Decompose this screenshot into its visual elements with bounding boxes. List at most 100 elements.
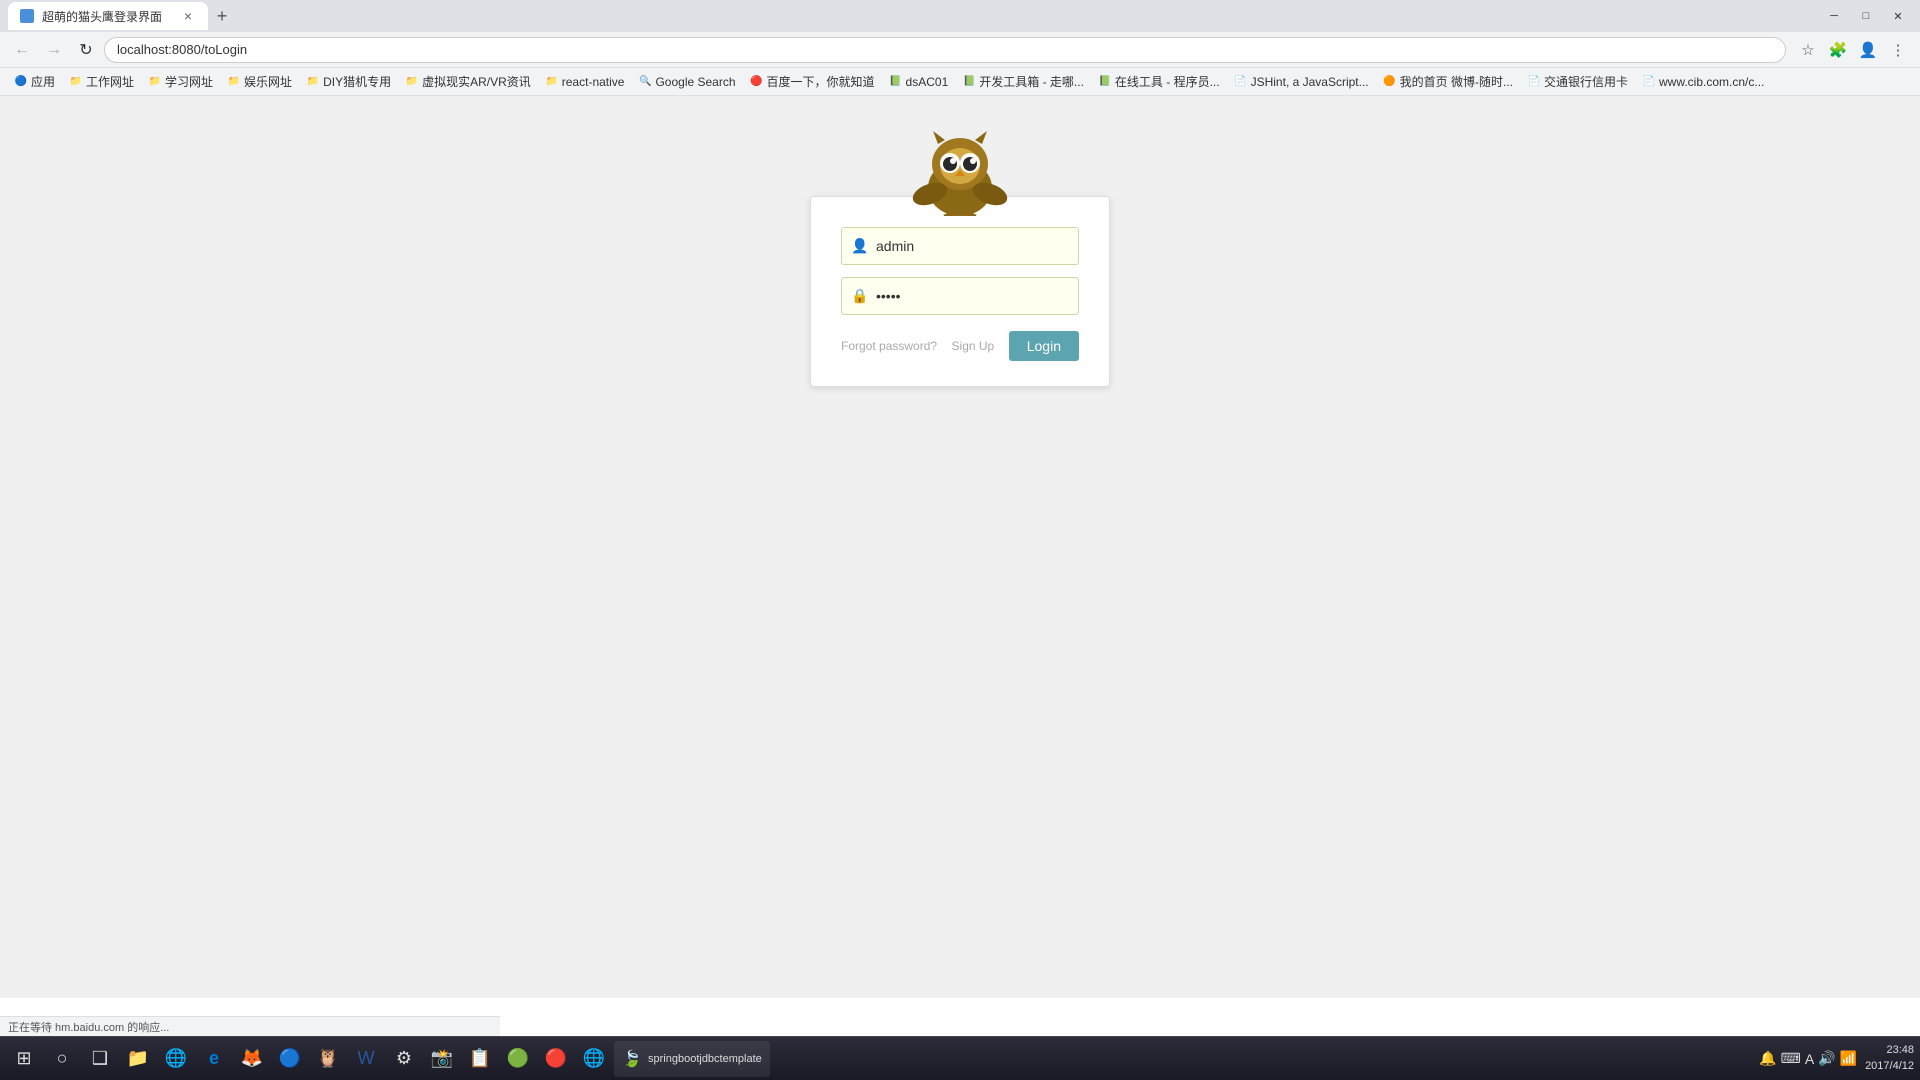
bookmark-icon: 📄 xyxy=(1527,75,1541,89)
bookmark-icon: 📁 xyxy=(69,75,83,89)
keyboard-icon[interactable]: ⌨ xyxy=(1781,1050,1801,1067)
bookmark-item[interactable]: 📄www.cib.com.cn/c... xyxy=(1636,73,1770,91)
bookmark-label: dsAC01 xyxy=(906,75,949,89)
bookmark-star-button[interactable]: ☆ xyxy=(1794,36,1822,64)
password-group: 🔒 xyxy=(841,277,1079,315)
nav-bar: ← → ↻ ☆ 🧩 👤 ⋮ xyxy=(0,32,1920,68)
app5-taskbar[interactable]: 🟢 xyxy=(500,1041,536,1077)
file-explorer-taskbar[interactable]: 📁 xyxy=(120,1041,156,1077)
bookmark-icon: 📄 xyxy=(1642,75,1656,89)
login-button[interactable]: Login xyxy=(1009,331,1079,361)
bookmark-item[interactable]: 📄交通银行信用卡 xyxy=(1521,71,1634,92)
edge-taskbar[interactable]: e xyxy=(196,1041,232,1077)
bookmark-item[interactable]: 📁react-native xyxy=(539,73,631,91)
menu-button[interactable]: ⋮ xyxy=(1884,36,1912,64)
app6-taskbar[interactable]: 🔴 xyxy=(538,1041,574,1077)
bookmark-icon: 📁 xyxy=(227,75,241,89)
owl-mascot xyxy=(900,126,1020,216)
firefox-taskbar[interactable]: 🦊 xyxy=(234,1041,270,1077)
bookmark-item[interactable]: 📗在线工具 - 程序员... xyxy=(1092,71,1226,92)
app3-taskbar[interactable]: 📸 xyxy=(424,1041,460,1077)
username-input[interactable] xyxy=(841,227,1079,265)
app4-taskbar[interactable]: 📋 xyxy=(462,1041,498,1077)
minimize-button[interactable]: ─ xyxy=(1820,7,1848,25)
signup-link[interactable]: Sign Up xyxy=(952,339,995,353)
bookmark-label: JSHint, a JavaScript... xyxy=(1251,75,1369,89)
bookmark-label: 虚拟现实AR/VR资讯 xyxy=(422,73,531,90)
status-bar: 正在等待 hm.baidu.com 的响应... xyxy=(0,1016,500,1036)
bookmark-item[interactable]: 🔵应用 xyxy=(8,71,61,92)
bookmark-label: 我的首页 微博-随时... xyxy=(1400,73,1513,90)
task-view-button[interactable]: ❑ xyxy=(82,1041,118,1077)
word-taskbar[interactable]: W xyxy=(348,1041,384,1077)
start-button[interactable]: ⊞ xyxy=(6,1041,42,1077)
bookmark-item[interactable]: 📁虚拟现实AR/VR资讯 xyxy=(399,71,537,92)
maximize-button[interactable]: □ xyxy=(1852,7,1880,25)
app1-taskbar[interactable]: 🦉 xyxy=(310,1041,346,1077)
bookmark-icon: 📁 xyxy=(306,75,320,89)
bookmarks-bar: 🔵应用📁工作网址📁学习网址📁娱乐网址📁DIY猎机专用📁虚拟现实AR/VR资讯📁r… xyxy=(0,68,1920,96)
back-button[interactable]: ← xyxy=(8,36,36,64)
window-controls: ─ □ ✕ xyxy=(1820,7,1912,25)
bookmark-icon: 📗 xyxy=(889,75,903,89)
bookmark-label: 百度一下，你就知道 xyxy=(767,73,875,90)
bookmark-item[interactable]: 📗开发工具箱 - 走哪... xyxy=(956,71,1090,92)
bookmark-icon: 📁 xyxy=(148,75,162,89)
volume-icon[interactable]: 🔊 xyxy=(1818,1050,1835,1067)
bookmark-label: www.cib.com.cn/c... xyxy=(1659,75,1764,89)
bookmark-item[interactable]: 🔍Google Search xyxy=(632,73,741,91)
bookmark-label: DIY猎机专用 xyxy=(323,73,391,90)
app2-taskbar[interactable]: ⚙ xyxy=(386,1041,422,1077)
taskbar-clock[interactable]: 23:48 2017/4/12 xyxy=(1865,1043,1914,1074)
bookmark-item[interactable]: 📁学习网址 xyxy=(142,71,219,92)
bookmark-item[interactable]: 📁DIY猎机专用 xyxy=(300,71,397,92)
new-tab-button[interactable]: + xyxy=(208,2,236,30)
forward-button[interactable]: → xyxy=(40,36,68,64)
taskbar-right: 🔔 ⌨ A 🔊 📶 23:48 2017/4/12 xyxy=(1759,1043,1914,1074)
taskbar: ⊞ ○ ❑ 📁 🌐 e 🦊 🔵 🦉 W ⚙ 📸 📋 🟢 🔴 🌐 🍃 spring… xyxy=(0,1036,1920,1080)
browser-tab[interactable]: 超萌的猫头鹰登录界面 × xyxy=(8,2,208,30)
tab-title: 超萌的猫头鹰登录界面 xyxy=(42,8,172,25)
taskbar-time-value: 23:48 xyxy=(1865,1043,1914,1058)
chrome-taskbar[interactable]: 🔵 xyxy=(272,1041,308,1077)
address-bar[interactable] xyxy=(104,37,1786,63)
bookmark-item[interactable]: 📄JSHint, a JavaScript... xyxy=(1228,73,1375,91)
active-app-icon: 🍃 xyxy=(622,1049,642,1069)
bookmark-icon: 🟠 xyxy=(1383,75,1397,89)
bookmark-label: 开发工具箱 - 走哪... xyxy=(979,73,1084,90)
forgot-password-link[interactable]: Forgot password? xyxy=(841,339,937,353)
extensions-button[interactable]: 🧩 xyxy=(1824,36,1852,64)
status-text: 正在等待 hm.baidu.com 的响应... xyxy=(8,1019,169,1035)
ime-icon[interactable]: A xyxy=(1805,1051,1814,1067)
active-app-taskbar[interactable]: 🍃 springbootjdbctemplate xyxy=(614,1041,770,1077)
bookmark-label: 学习网址 xyxy=(165,73,213,90)
bookmark-item[interactable]: 📁工作网址 xyxy=(63,71,140,92)
page-content: 👤 🔒 Forgot password? Sign Up Login xyxy=(0,96,1920,998)
username-group: 👤 xyxy=(841,227,1079,265)
bookmark-label: react-native xyxy=(562,75,625,89)
bookmark-icon: 📁 xyxy=(405,75,419,89)
bookmark-icon: 🔍 xyxy=(638,75,652,89)
app7-taskbar[interactable]: 🌐 xyxy=(576,1041,612,1077)
lock-icon: 🔒 xyxy=(851,288,868,305)
nav-icons: ☆ 🧩 👤 ⋮ xyxy=(1794,36,1912,64)
bookmark-item[interactable]: 🔴百度一下，你就知道 xyxy=(744,71,881,92)
cortana-button[interactable]: ○ xyxy=(44,1041,80,1077)
bookmark-label: 应用 xyxy=(31,73,55,90)
tab-favicon xyxy=(20,9,34,23)
bookmark-item[interactable]: 📁娱乐网址 xyxy=(221,71,298,92)
user-profile-button[interactable]: 👤 xyxy=(1854,36,1882,64)
tab-close-button[interactable]: × xyxy=(180,8,196,24)
close-button[interactable]: ✕ xyxy=(1884,7,1912,25)
bookmark-item[interactable]: 🟠我的首页 微博-随时... xyxy=(1377,71,1519,92)
bookmark-icon: 📁 xyxy=(545,75,559,89)
ie-taskbar[interactable]: 🌐 xyxy=(158,1041,194,1077)
network-icon[interactable]: 📶 xyxy=(1840,1050,1857,1067)
browser-chrome: 超萌的猫头鹰登录界面 × + ─ □ ✕ ← → ↻ ☆ 🧩 👤 ⋮ 🔵应用📁工… xyxy=(0,0,1920,96)
bookmark-icon: 🔴 xyxy=(750,75,764,89)
bookmark-item[interactable]: 📗dsAC01 xyxy=(883,73,955,91)
reload-button[interactable]: ↻ xyxy=(72,36,100,64)
password-input[interactable] xyxy=(841,277,1079,315)
active-app-label: springbootjdbctemplate xyxy=(648,1053,762,1065)
notification-icon[interactable]: 🔔 xyxy=(1759,1050,1776,1067)
